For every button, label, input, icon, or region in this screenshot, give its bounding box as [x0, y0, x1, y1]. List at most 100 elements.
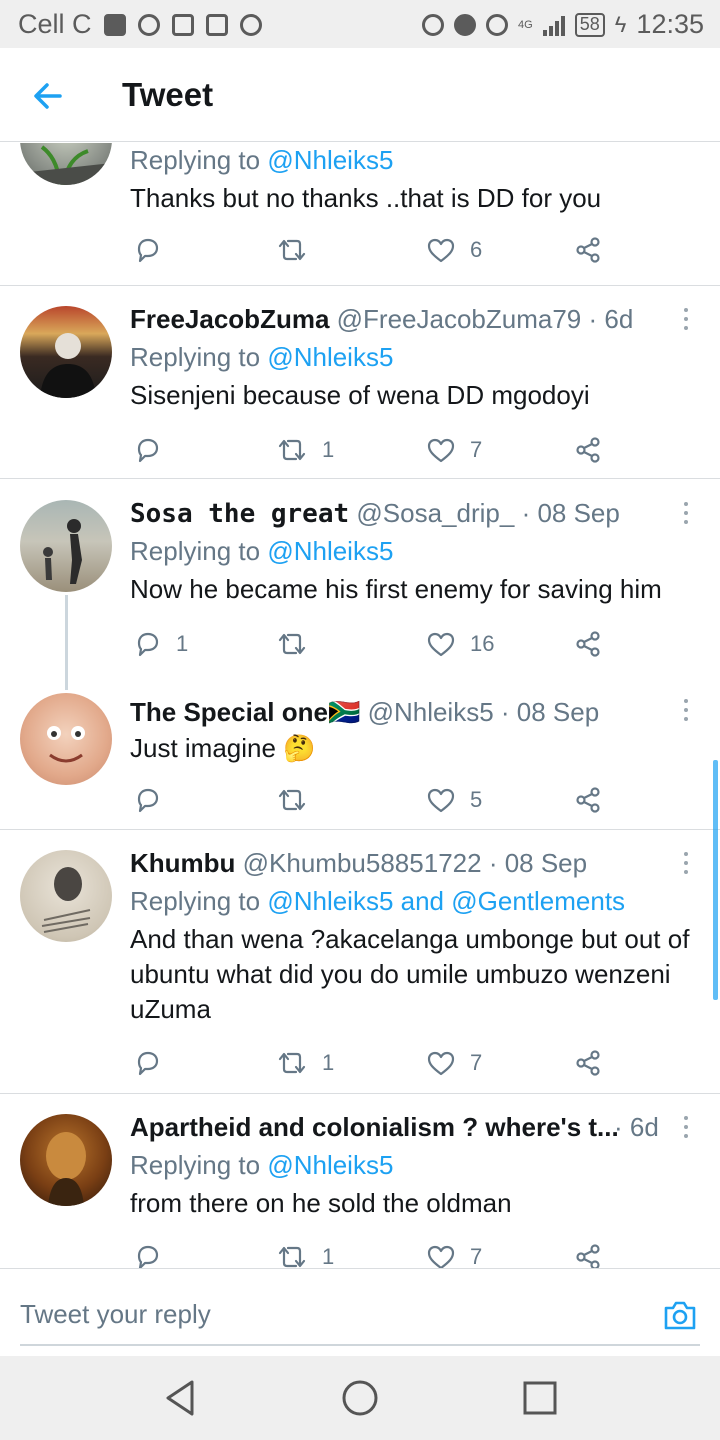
user-handle[interactable]: @Sosa_drip_: [356, 498, 514, 528]
retweet-button[interactable]: [276, 783, 322, 817]
user-handle[interactable]: @FreeJacobZuma79: [337, 304, 582, 334]
sim-icon: [103, 13, 126, 36]
tweet-actions: 1 7: [130, 1046, 610, 1080]
reply-icon: [137, 1051, 159, 1076]
tweet-header: Khumbu @Khumbu58851722 · 08 Sep: [130, 848, 587, 879]
top-app-bar: Tweet: [0, 48, 720, 142]
tweet-text: Just imagine 🤔: [130, 733, 316, 763]
more-options-icon[interactable]: [676, 852, 696, 876]
alarm-icon: [486, 13, 509, 36]
reply-icon: [137, 438, 159, 463]
tweet-time: · 6d: [588, 304, 634, 334]
avatar[interactable]: [20, 306, 112, 398]
reply-count: 1: [176, 631, 189, 656]
more-options-icon[interactable]: [676, 1116, 696, 1140]
mention-link[interactable]: @Nhleiks5: [267, 342, 393, 372]
carrier-label: Cell C: [18, 9, 92, 39]
tweet-text: Sisenjeni because of wena DD mgodoyi: [130, 380, 590, 410]
heart-icon: [427, 438, 455, 463]
retweet-button[interactable]: [276, 627, 322, 661]
arrow-left-icon[interactable]: [30, 78, 66, 114]
more-options-icon[interactable]: [676, 502, 696, 526]
heart-icon: [427, 632, 455, 657]
like-button[interactable]: 7: [426, 433, 482, 467]
nav-back-icon[interactable]: [158, 1376, 202, 1420]
retweet-button[interactable]: 1: [276, 433, 334, 467]
tweet-actions: 1 7: [130, 433, 610, 467]
like-count: 7: [470, 1244, 483, 1268]
tweet[interactable]: Sosa the great @Sosa_drip_ · 08 Sep Repl…: [0, 480, 720, 675]
clock: 12:35: [636, 9, 704, 39]
retweet-count: 1: [322, 437, 335, 462]
tweet[interactable]: Replying to @Nhleiks5 Thanks but no than…: [0, 143, 720, 286]
like-button[interactable]: 5: [426, 783, 482, 817]
share-button[interactable]: [574, 1240, 602, 1268]
nav-recents-icon[interactable]: [518, 1376, 562, 1420]
tweet-text: And than wena ?akacelanga umbonge but ou…: [130, 924, 690, 1024]
reply-button[interactable]: [134, 233, 176, 267]
display-name[interactable]: Khumbu: [130, 848, 235, 878]
user-handle[interactable]: @Khumbu58851722: [243, 848, 482, 878]
replying-to: Replying to @Nhleiks5: [130, 145, 394, 175]
like-button[interactable]: 6: [426, 233, 482, 267]
share-button[interactable]: [574, 1046, 602, 1080]
reply-button[interactable]: [134, 433, 176, 467]
avatar[interactable]: [20, 1114, 112, 1206]
like-button[interactable]: 7: [426, 1240, 482, 1268]
mention-link[interactable]: @Nhleiks5: [267, 536, 393, 566]
display-name[interactable]: Apartheid and colonialism ? where's t...: [130, 1112, 619, 1142]
reply-input[interactable]: Tweet your reply: [20, 1299, 211, 1330]
reply-button[interactable]: 1: [134, 627, 188, 661]
tweet[interactable]: The Special one🇿🇦 @Nhleiks5 · 08 Sep Jus…: [0, 675, 720, 830]
replying-to: Replying to @Nhleiks5: [130, 536, 394, 566]
display-name[interactable]: Sosa the great: [130, 499, 349, 529]
mention-link[interactable]: @Nhleiks5: [267, 1150, 393, 1180]
reply-button[interactable]: [134, 1046, 176, 1080]
share-button[interactable]: [574, 783, 602, 817]
camera-icon[interactable]: [662, 1297, 698, 1333]
tweet-time: · 08 Sep: [500, 697, 600, 727]
user-handle[interactable]: @Nhleiks5: [368, 697, 494, 727]
mention-link[interactable]: @Nhleiks5: [267, 145, 393, 175]
replying-to: Replying to @Nhleiks5: [130, 1150, 394, 1180]
like-count: 5: [470, 787, 483, 812]
dnd-icon: [454, 13, 477, 36]
tweet-header-time: · 6d: [614, 1112, 659, 1143]
reply-icon: [137, 1245, 159, 1268]
scrollbar[interactable]: [713, 760, 718, 1000]
retweet-button[interactable]: 1: [276, 1046, 334, 1080]
nav-home-icon[interactable]: [338, 1376, 382, 1420]
tweet[interactable]: Khumbu @Khumbu58851722 · 08 Sep Replying…: [0, 830, 720, 1094]
avatar[interactable]: [20, 850, 112, 942]
like-button[interactable]: 16: [426, 627, 494, 661]
share-button[interactable]: [574, 433, 602, 467]
heart-icon: [427, 788, 455, 813]
reply-icon: [137, 632, 159, 657]
like-button[interactable]: 7: [426, 1046, 482, 1080]
tweet-actions: 1 7: [130, 1240, 610, 1268]
avatar[interactable]: [20, 500, 112, 592]
avatar[interactable]: [20, 693, 112, 785]
display-name[interactable]: FreeJacobZuma: [130, 304, 329, 334]
tweet-actions: 5: [130, 783, 610, 817]
retweet-icon: [278, 439, 306, 461]
input-underline: [20, 1344, 700, 1346]
share-button[interactable]: [574, 627, 602, 661]
like-count: 6: [470, 237, 483, 262]
reply-button[interactable]: [134, 1240, 176, 1268]
battery-level: 58: [579, 14, 600, 34]
more-options-icon[interactable]: [676, 308, 696, 332]
retweet-button[interactable]: [276, 233, 322, 267]
tweet-actions: 1 16: [130, 627, 610, 661]
share-button[interactable]: [574, 233, 602, 267]
heart-icon: [427, 1245, 455, 1268]
avatar[interactable]: [20, 143, 112, 185]
tweet[interactable]: Apartheid and colonialism ? where's t...…: [0, 1094, 720, 1268]
display-name[interactable]: The Special one🇿🇦: [130, 697, 360, 727]
mention-link[interactable]: @Nhleiks5 and @Gentlements: [267, 886, 625, 916]
more-options-icon[interactable]: [676, 699, 696, 723]
tweet-header: Apartheid and colonialism ? where's t...: [130, 1112, 619, 1143]
tweet[interactable]: FreeJacobZuma @FreeJacobZuma79 · 6d Repl…: [0, 286, 720, 479]
retweet-button[interactable]: 1: [276, 1240, 334, 1268]
reply-button[interactable]: [134, 783, 176, 817]
